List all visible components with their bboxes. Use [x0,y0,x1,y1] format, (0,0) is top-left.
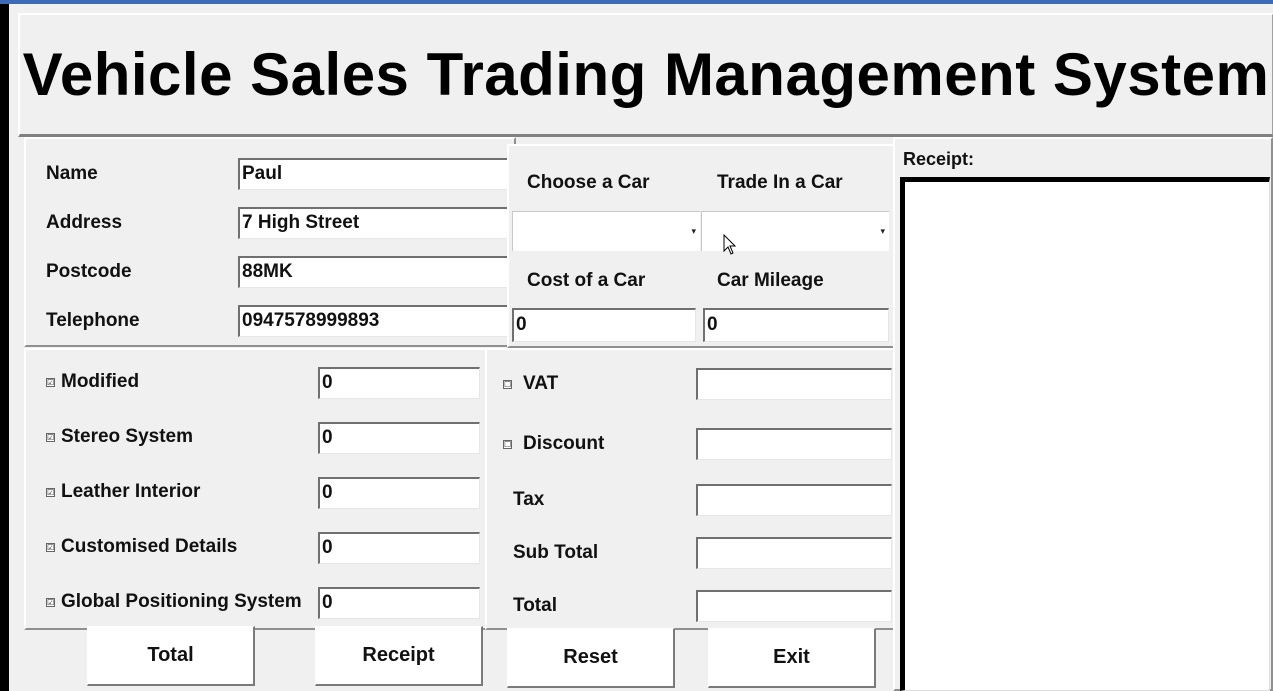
tax-field[interactable] [696,484,892,516]
modified-field[interactable]: 0 [318,367,480,399]
leather-label: Leather Interior [61,481,201,502]
discount-field[interactable] [696,428,892,460]
stereo-field[interactable]: 0 [318,422,480,454]
telephone-label: Telephone [46,310,140,331]
leather-field[interactable]: 0 [318,477,480,509]
modified-checkbox[interactable]: ☑ [46,378,55,387]
mileage-field[interactable]: 0 [703,308,889,342]
total-field[interactable] [696,590,892,622]
vat-checkbox[interactable]: ☐ [503,380,512,389]
stereo-checkbox[interactable]: ☑ [46,433,55,442]
name-label: Name [46,163,98,184]
total-label: Total [513,595,557,616]
receipt-label: Receipt: [903,149,975,169]
receipt-panel: Receipt: [893,137,1273,691]
cost-label: Cost of a Car [527,270,646,291]
cost-field[interactable]: 0 [512,308,696,342]
choose-car-dropdown[interactable]: ▾ [512,211,700,251]
reset-button[interactable]: Reset [507,628,675,688]
subtotal-field[interactable] [696,537,892,569]
app-title: Vehicle Sales Trading Management System [22,41,1270,108]
name-field[interactable]: Paul [238,158,518,190]
modified-label: Modified [61,371,140,392]
chevron-down-icon[interactable]: ▾ [880,226,885,237]
address-field[interactable]: 7 High Street [238,207,518,239]
choose-car-label: Choose a Car [527,172,650,193]
customised-checkbox[interactable]: ☑ [46,543,55,552]
gps-checkbox[interactable]: ☑ [46,598,55,607]
postcode-field[interactable]: 88MK [238,256,518,288]
mileage-label: Car Mileage [717,270,824,291]
main-window: Vehicle Sales Trading Management System … [0,4,1273,691]
postcode-label: Postcode [46,261,132,282]
extras-panel: ☑ Modified 0 ☑ Stereo System 0 ☑ Leather… [24,348,494,630]
exit-button[interactable]: Exit [708,628,876,688]
discount-checkbox[interactable]: ☐ [503,440,512,449]
total-button[interactable]: Total [87,626,255,686]
car-panel: Choose a Car Trade In a Car ▾ ▾ Cost of … [507,144,899,348]
customised-field[interactable]: 0 [318,532,480,564]
telephone-field[interactable]: 0947578999893 [238,305,518,337]
subtotal-label: Sub Total [513,542,599,563]
vat-field[interactable] [696,368,892,400]
gps-field[interactable]: 0 [318,587,480,619]
trade-in-label: Trade In a Car [717,172,843,193]
vat-label: VAT [523,373,559,394]
title-panel: Vehicle Sales Trading Management System [18,13,1273,137]
customer-panel: Name Paul Address 7 High Street Postcode… [24,137,518,347]
tax-label: Tax [513,489,545,510]
receipt-button[interactable]: Receipt [315,626,483,686]
gps-label: Global Positioning System [61,591,302,612]
address-label: Address [46,212,123,233]
receipt-textarea[interactable] [900,177,1270,691]
costs-panel: ☐ VAT ☐ Discount Tax Sub Total Total [485,348,899,630]
mouse-cursor-icon [723,234,737,255]
customised-label: Customised Details [61,536,238,557]
leather-checkbox[interactable]: ☑ [46,488,55,497]
stereo-label: Stereo System [61,426,194,447]
discount-label: Discount [523,433,605,454]
chevron-down-icon[interactable]: ▾ [691,226,696,237]
